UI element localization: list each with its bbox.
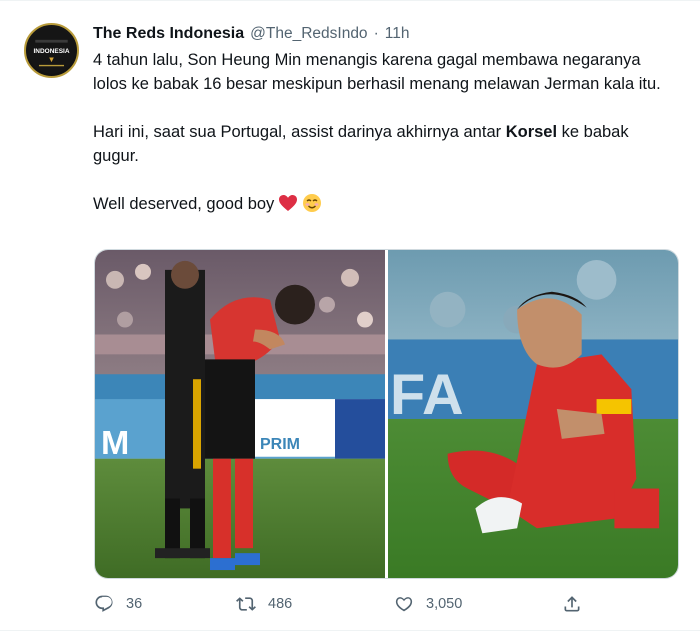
retweet-button[interactable]: 486 [236, 591, 292, 617]
red-heart-emoji-icon [278, 194, 298, 212]
share-button[interactable] [562, 591, 582, 617]
photo-left[interactable]: M PRIM [95, 250, 385, 578]
tweet-header: The Reds Indonesia @The_RedsIndo · 11h [93, 25, 409, 43]
heart-icon [395, 597, 413, 612]
retweet-count: 486 [268, 596, 293, 612]
share-icon [564, 596, 580, 612]
reply-count: 36 [126, 596, 143, 612]
photo-right[interactable]: FA [388, 250, 678, 578]
paragraph-2-bold-text: Korsel [505, 123, 558, 141]
author-name[interactable]: The Reds Indonesia [93, 25, 244, 43]
retweet-icon [236, 597, 256, 611]
left-photo-board-text-2: PRIM [260, 436, 300, 453]
right-photo-board-text: FA [390, 363, 464, 427]
tweet-timestamp[interactable]: 11h [385, 25, 410, 43]
tweet-card[interactable]: INDONESIA The Reds Indonesia @The_RedsIn… [0, 0, 700, 631]
reply-button[interactable]: 36 [94, 591, 142, 617]
separator-dot: · [373, 25, 379, 42]
reply-icon [95, 595, 113, 612]
tweet-media[interactable]: M PRIM FA [94, 249, 679, 579]
smiling-face-emoji-icon [302, 193, 322, 213]
tweet-actions: 36 486 3,050 [94, 591, 594, 617]
tweet-text: 4 tahun lalu, Son Heung Min menangis kar… [93, 48, 673, 216]
like-button[interactable]: 3,050 [394, 591, 462, 617]
tweet-text-paragraph-2: Hari ini, saat sua Portugal, assist dari… [93, 120, 673, 168]
tweet-text-paragraph-3: Well deserved, good boy [93, 192, 673, 216]
like-count: 3,050 [426, 596, 463, 612]
author-handle[interactable]: @The_RedsIndo [250, 25, 367, 43]
left-photo-board-text: M [101, 424, 129, 462]
paragraph-3-text: Well deserved, good boy [93, 195, 275, 213]
tweet-text-paragraph-1: 4 tahun lalu, Son Heung Min menangis kar… [93, 51, 661, 93]
avatar-logo-text: INDONESIA [33, 48, 69, 55]
avatar[interactable]: INDONESIA [24, 23, 79, 78]
paragraph-2-text-before: Hari ini, saat sua Portugal, assist dari… [93, 123, 506, 141]
